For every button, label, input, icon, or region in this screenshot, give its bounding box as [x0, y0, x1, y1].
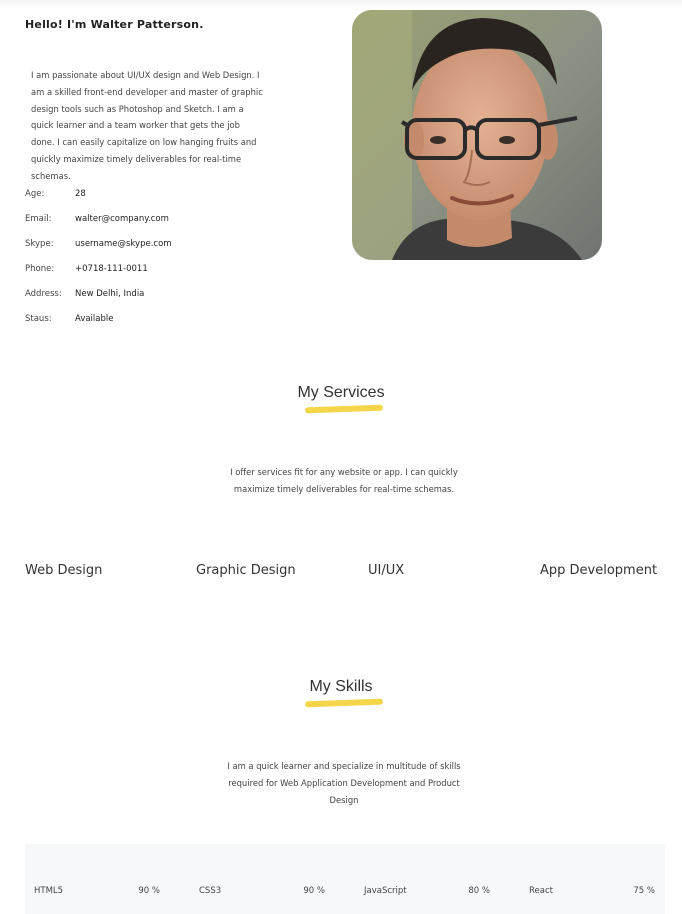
skills-description: I am a quick learner and specialize in m…: [227, 761, 461, 805]
info-label: Skype:: [25, 239, 54, 249]
skill-percent-javascript: 80 %: [468, 886, 490, 896]
service-graphic-design: Graphic Design: [196, 563, 296, 578]
services-description: I offer services fit for any website or …: [230, 467, 458, 494]
info-label: Email:: [25, 214, 52, 224]
profile-photo: [352, 10, 602, 260]
personal-info-list: Age: 28 Email: walter@company.com Skype:…: [25, 189, 325, 339]
info-row-phone: Phone: +0718-111-0011: [25, 264, 325, 289]
info-label: Address:: [25, 289, 62, 299]
portrait-image: [352, 10, 602, 260]
service-web-design: Web Design: [25, 563, 103, 578]
skill-percent-html5: 90 %: [138, 886, 160, 896]
greeting-heading: Hello! I'm Walter Patterson.: [25, 18, 204, 31]
top-bar: [0, 0, 682, 8]
services-title: My Services: [297, 384, 385, 401]
skill-name-react: React: [529, 886, 553, 896]
info-label: Age:: [25, 189, 45, 199]
skill-percent-react: 75 %: [633, 886, 655, 896]
about-paragraph: I am passionate about UI/UX design and W…: [31, 70, 263, 181]
info-value: +0718-111-0011: [75, 264, 148, 274]
info-label: Staus:: [25, 314, 52, 324]
info-value: 28: [75, 189, 86, 199]
skill-percent-css3: 90 %: [303, 886, 325, 896]
skill-name-css3: CSS3: [199, 886, 222, 896]
info-value: New Delhi, India: [75, 289, 145, 299]
info-row-skype: Skype: username@skype.com: [25, 239, 325, 264]
info-row-address: Address: New Delhi, India: [25, 289, 325, 314]
info-value: walter@company.com: [75, 214, 169, 224]
info-row-age: Age: 28: [25, 189, 325, 214]
info-label: Phone:: [25, 264, 55, 274]
service-ui-ux: UI/UX: [368, 563, 405, 578]
skill-name-html5: HTML5: [34, 886, 64, 896]
skills-panel: [25, 844, 665, 914]
skill-name-javascript: JavaScript: [364, 886, 407, 896]
info-row-status: Staus: Available: [25, 314, 325, 339]
info-value: username@skype.com: [75, 239, 172, 249]
services-title-underline: [304, 404, 384, 414]
info-row-email: Email: walter@company.com: [25, 214, 325, 239]
skills-title-underline: [304, 698, 384, 708]
service-app-development: App Development: [540, 563, 658, 578]
info-value: Available: [75, 314, 114, 324]
skills-title: My Skills: [309, 678, 373, 695]
